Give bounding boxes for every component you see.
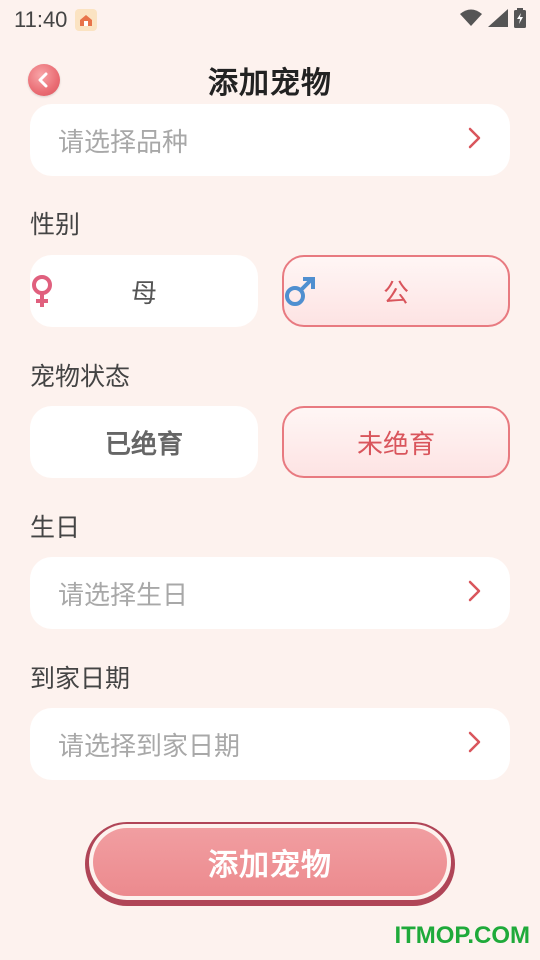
submit-button-frame: 添加宠物 bbox=[85, 822, 455, 906]
app-notification-icon bbox=[75, 9, 98, 31]
back-button[interactable] bbox=[28, 64, 60, 96]
chevron-left-icon bbox=[38, 72, 48, 88]
breed-placeholder: 请选择品种 bbox=[58, 127, 189, 158]
status-option-label: 未绝育 bbox=[356, 429, 435, 460]
add-pet-button[interactable]: 添加宠物 bbox=[89, 824, 451, 900]
breed-selector[interactable]: 请选择品种 bbox=[30, 104, 510, 176]
birthday-selector[interactable]: 请选择生日 bbox=[30, 557, 510, 629]
page-title: 添加宠物 bbox=[208, 66, 332, 101]
gender-option-female[interactable]: 母 bbox=[30, 255, 258, 327]
pet-status-label: 宠物状态 bbox=[30, 362, 131, 391]
birthday-placeholder: 请选择生日 bbox=[58, 580, 189, 611]
birthday-label: 生日 bbox=[30, 513, 81, 542]
chevron-right-icon bbox=[468, 580, 482, 606]
gender-option-label: 公 bbox=[382, 278, 409, 309]
header: 添加宠物 bbox=[0, 55, 540, 105]
gender-option-label: 母 bbox=[130, 278, 157, 309]
wifi-icon bbox=[460, 9, 482, 31]
status-option-label: 已绝育 bbox=[104, 429, 183, 460]
gender-label: 性别 bbox=[30, 210, 81, 239]
battery-icon bbox=[514, 8, 526, 32]
status-time: 11:40 bbox=[14, 7, 68, 32]
watermark: ITMOP.COM bbox=[394, 922, 530, 949]
male-icon bbox=[284, 277, 316, 314]
status-bar: 11:40 bbox=[0, 0, 540, 40]
gender-option-male[interactable]: 公 bbox=[282, 255, 510, 327]
chevron-right-icon bbox=[468, 127, 482, 153]
status-option-neutered[interactable]: 已绝育 bbox=[30, 406, 258, 478]
chevron-right-icon bbox=[468, 731, 482, 757]
add-pet-button-label: 添加宠物 bbox=[208, 848, 332, 883]
signal-icon bbox=[488, 9, 508, 31]
arrival-date-selector[interactable]: 请选择到家日期 bbox=[30, 708, 510, 780]
arrival-date-placeholder: 请选择到家日期 bbox=[58, 731, 241, 762]
status-option-not-neutered[interactable]: 未绝育 bbox=[282, 406, 510, 478]
female-icon bbox=[30, 275, 54, 316]
arrival-date-label: 到家日期 bbox=[30, 664, 131, 693]
status-icons bbox=[460, 8, 526, 32]
